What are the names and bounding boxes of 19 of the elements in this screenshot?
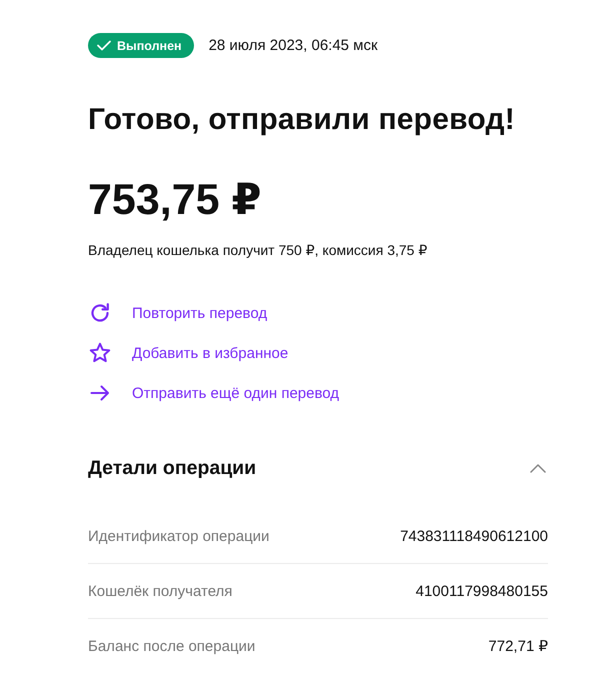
detail-label: Баланс после операции: [88, 638, 256, 654]
refresh-icon: [89, 302, 111, 324]
star-icon: [89, 342, 111, 364]
chevron-up-icon[interactable]: [530, 464, 546, 472]
detail-value: 772,71 ₽: [488, 637, 548, 655]
fee-note: Владелец кошелька получит 750 ₽, комиссия 3,75 ₽: [88, 241, 428, 260]
date-time: 28 июля 2023, 06:45 мск: [208, 37, 378, 54]
check-icon: [97, 40, 111, 51]
action-link[interactable]: Отправить ещё один перевод: [88, 373, 340, 413]
page-title: Готово, отправили перевод!: [88, 102, 516, 138]
action-link[interactable]: Повторить перевод: [88, 293, 268, 333]
details-title: Детали операции: [88, 456, 256, 480]
detail-value: 743831118490612100: [400, 528, 548, 544]
detail-label: Идентификатор операции: [88, 528, 270, 544]
detail-label: Кошелёк получателя: [88, 582, 232, 600]
amount: 753,75 ₽: [88, 175, 262, 225]
detail-value: 4100117998480155: [416, 582, 548, 600]
action-link[interactable]: Добавить в избранное: [88, 333, 288, 373]
status-label: Выполнен: [117, 38, 182, 52]
